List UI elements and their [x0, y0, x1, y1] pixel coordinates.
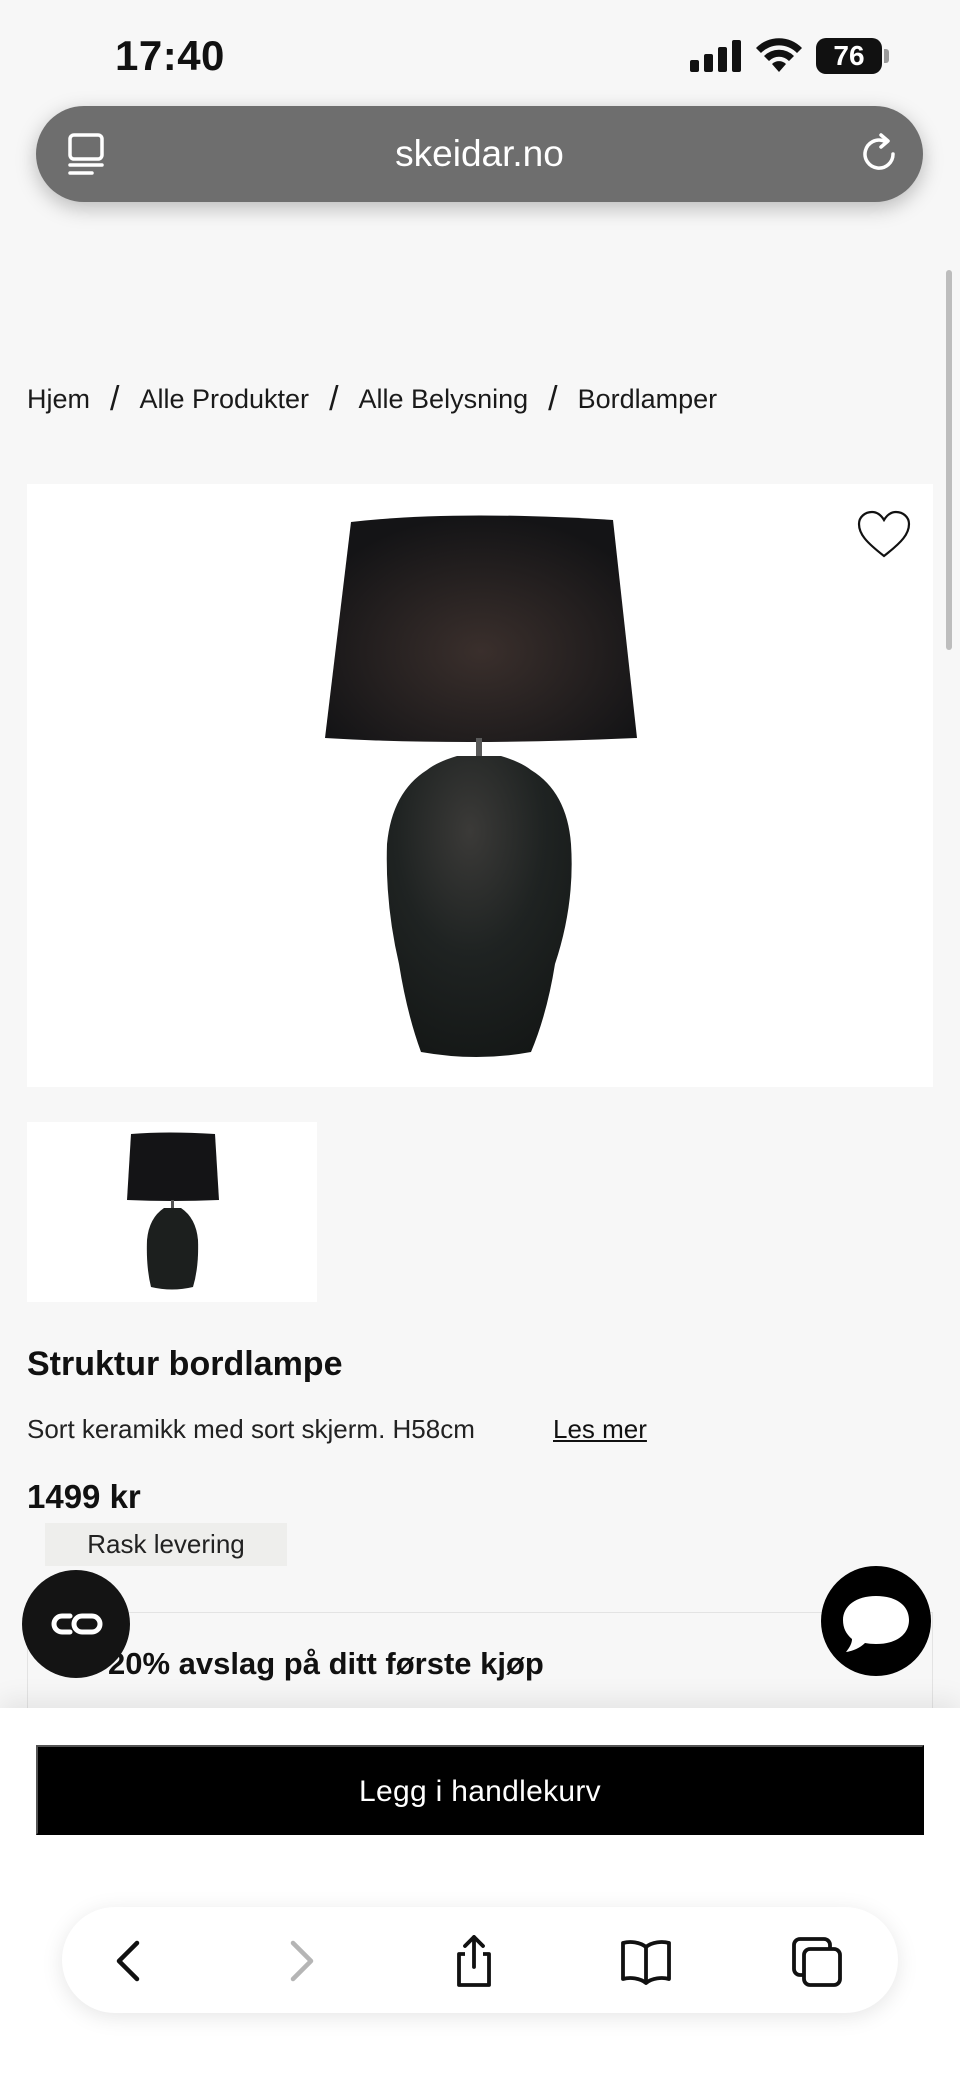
- read-more-link[interactable]: Les mer: [553, 1414, 647, 1445]
- page-scrollbar[interactable]: [946, 270, 952, 650]
- status-bar: 17:40 76: [0, 0, 960, 110]
- tabs-overview-icon[interactable]: [790, 1933, 846, 1989]
- co-button[interactable]: [22, 1570, 130, 1678]
- heart-icon[interactable]: [856, 510, 912, 560]
- chevron-left-icon[interactable]: [102, 1933, 158, 1989]
- product-image[interactable]: [27, 484, 933, 1087]
- address-bar[interactable]: skeidar.no: [36, 106, 923, 202]
- product-description: Sort keramikk med sort skjerm. H58cm: [27, 1414, 475, 1444]
- breadcrumb-all-products[interactable]: Alle Produkter: [139, 384, 309, 415]
- add-to-cart-button[interactable]: Legg i handlekurv: [36, 1745, 924, 1835]
- breadcrumb-separator: /: [548, 380, 558, 418]
- reload-icon[interactable]: [857, 132, 901, 176]
- breadcrumb-separator: /: [110, 380, 120, 418]
- status-time: 17:40: [115, 32, 225, 79]
- product-thumbnail[interactable]: [27, 1122, 317, 1302]
- breadcrumb-home[interactable]: Hjem: [27, 384, 90, 415]
- browser-toolbar: [62, 1907, 898, 2013]
- chat-icon: [843, 1596, 909, 1652]
- url-text[interactable]: skeidar.no: [36, 106, 923, 202]
- breadcrumb-separator: /: [329, 380, 339, 418]
- product-price: 1499 kr: [27, 1478, 141, 1515]
- battery-level: 76: [816, 38, 882, 74]
- chat-button[interactable]: [821, 1566, 931, 1676]
- chevron-right-icon[interactable]: [272, 1933, 328, 1989]
- breadcrumb: Hjem / Alle Produkter / Alle Belysning /…: [27, 380, 717, 419]
- co-icon: [51, 1613, 103, 1635]
- product-title: Struktur bordlampe: [27, 1345, 343, 1383]
- signal-icon: [690, 40, 741, 72]
- wifi-icon: [756, 38, 802, 72]
- battery-icon: 76: [816, 38, 889, 74]
- delivery-badge: Rask levering: [45, 1523, 287, 1566]
- breadcrumb-all-lighting[interactable]: Alle Belysning: [359, 384, 529, 415]
- book-icon[interactable]: [618, 1933, 674, 1989]
- share-icon[interactable]: [446, 1933, 502, 1989]
- lamp-illustration: [325, 515, 637, 1057]
- breadcrumb-table-lamps[interactable]: Bordlamper: [578, 384, 718, 415]
- promo-text: 20% avslag på ditt første kjøp: [108, 1646, 544, 1681]
- lamp-thumbnail-illustration: [127, 1132, 219, 1290]
